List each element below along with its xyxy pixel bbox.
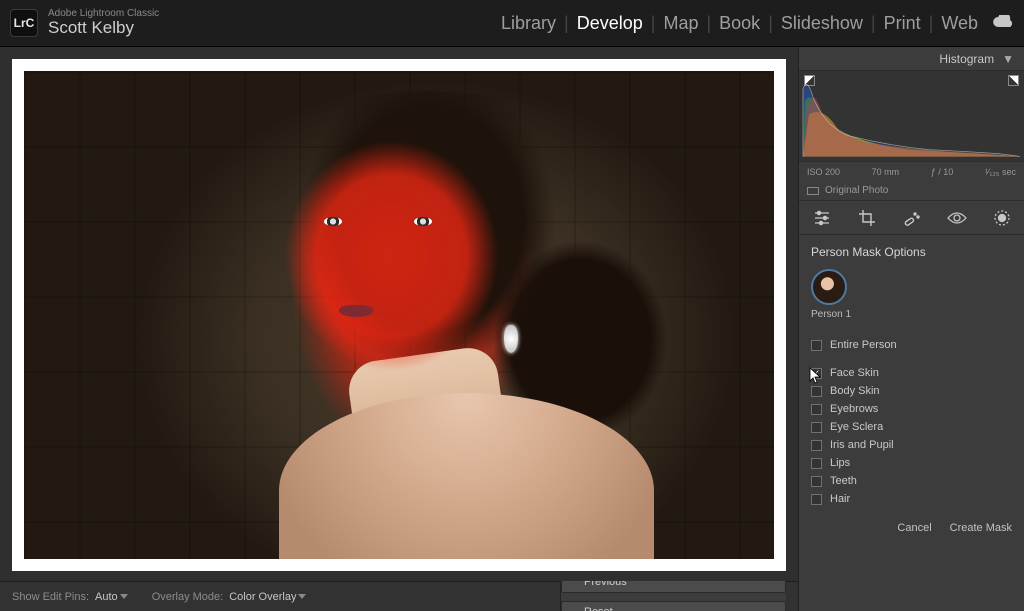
part-checkbox-hair[interactable] [811,494,822,505]
module-picker: Library| Develop| Map| Book| Slideshow| … [501,13,1014,34]
part-label: Lips [830,457,850,469]
image-frame [12,59,786,571]
app-logo: LrC [10,9,38,37]
overlay-mode-label: Overlay Mode: [152,591,224,603]
cloud-sync-icon[interactable] [992,13,1014,34]
right-panel: Histogram ▼ ISO 200 70 mm ƒ / 10 ¹⁄₁₂₅ s… [798,47,1024,611]
module-slideshow[interactable]: Slideshow [781,13,863,34]
histogram-metadata: ISO 200 70 mm ƒ / 10 ¹⁄₁₂₅ sec [799,161,1024,181]
module-library[interactable]: Library [501,13,556,34]
mask-overlay-face [249,120,534,403]
top-bar: LrC Adobe Lightroom Classic Scott Kelby … [0,0,1024,47]
healing-icon[interactable] [901,207,923,229]
part-row-body-skin[interactable]: Body Skin [811,382,1012,400]
person-chip[interactable]: Person 1 [811,269,1012,320]
meta-aperture: ƒ / 10 [931,167,954,177]
part-row-eyebrows[interactable]: Eyebrows [811,400,1012,418]
image-canvas[interactable] [0,47,798,581]
person-avatar[interactable] [811,269,847,305]
part-row-teeth[interactable]: Teeth [811,472,1012,490]
part-label: Hair [830,493,850,505]
meta-focal: 70 mm [872,167,900,177]
part-row-lips[interactable]: Lips [811,454,1012,472]
part-label: Teeth [830,475,857,487]
part-checkbox-eye-sclera[interactable] [811,422,822,433]
part-label: Eyebrows [830,403,878,415]
entire-person-checkbox[interactable] [811,340,822,351]
reset-button[interactable]: Reset [561,601,786,611]
original-photo-label: Original Photo [825,185,888,196]
part-checkbox-iris-pupil[interactable] [811,440,822,451]
part-checkbox-body-skin[interactable] [811,386,822,397]
create-mask-link[interactable]: Create Mask [950,522,1012,534]
overlay-mode-value[interactable]: Color Overlay [229,591,306,603]
part-checkbox-teeth[interactable] [811,476,822,487]
person-mask-panel: Person Mask Options Person 1 Entire Pers… [799,235,1024,611]
cursor-icon [809,367,823,385]
part-checkbox-lips[interactable] [811,458,822,469]
module-web[interactable]: Web [941,13,978,34]
part-label: Iris and Pupil [830,439,894,451]
histogram-display[interactable] [799,71,1024,161]
histogram-panel-label: Histogram [939,52,994,66]
photo-preview[interactable] [24,71,774,559]
crop-icon[interactable] [856,207,878,229]
entire-person-row[interactable]: Entire Person [811,336,1012,354]
show-edit-pins-value[interactable]: Auto [95,591,128,603]
part-label: Body Skin [830,385,880,397]
part-row-hair[interactable]: Hair [811,490,1012,508]
person-label: Person 1 [811,309,851,320]
develop-secondary-toolbar: Show Edit Pins: Auto Overlay Mode: Color… [0,581,798,611]
meta-iso: ISO 200 [807,167,840,177]
app-title-block: Adobe Lightroom Classic Scott Kelby [48,8,159,38]
mask-panel-title: Person Mask Options [811,245,1012,259]
cancel-link[interactable]: Cancel [897,522,931,534]
edit-sliders-icon[interactable] [811,207,833,229]
module-map[interactable]: Map [663,13,698,34]
original-photo-toggle[interactable]: Original Photo [799,181,1024,201]
tool-strip [799,201,1024,235]
photo-earring [504,325,518,353]
meta-shutter: ¹⁄₁₂₅ sec [985,167,1016,177]
redeye-icon[interactable] [946,207,968,229]
panel-disclose-icon[interactable]: ▼ [1002,52,1014,66]
part-label: Eye Sclera [830,421,883,433]
entire-person-label: Entire Person [830,339,897,351]
part-row-iris-pupil[interactable]: Iris and Pupil [811,436,1012,454]
module-print[interactable]: Print [884,13,921,34]
original-photo-icon [807,187,819,195]
part-row-face-skin[interactable]: Face Skin [811,364,1012,382]
module-book[interactable]: Book [719,13,760,34]
identity-plate: Scott Kelby [48,19,159,38]
module-develop[interactable]: Develop [577,13,643,34]
part-row-eye-sclera[interactable]: Eye Sclera [811,418,1012,436]
histogram-panel-header[interactable]: Histogram ▼ [799,47,1024,71]
show-edit-pins-label: Show Edit Pins: [12,591,89,603]
part-checkbox-eyebrows[interactable] [811,404,822,415]
masking-icon[interactable] [991,207,1013,229]
part-label: Face Skin [830,367,879,379]
